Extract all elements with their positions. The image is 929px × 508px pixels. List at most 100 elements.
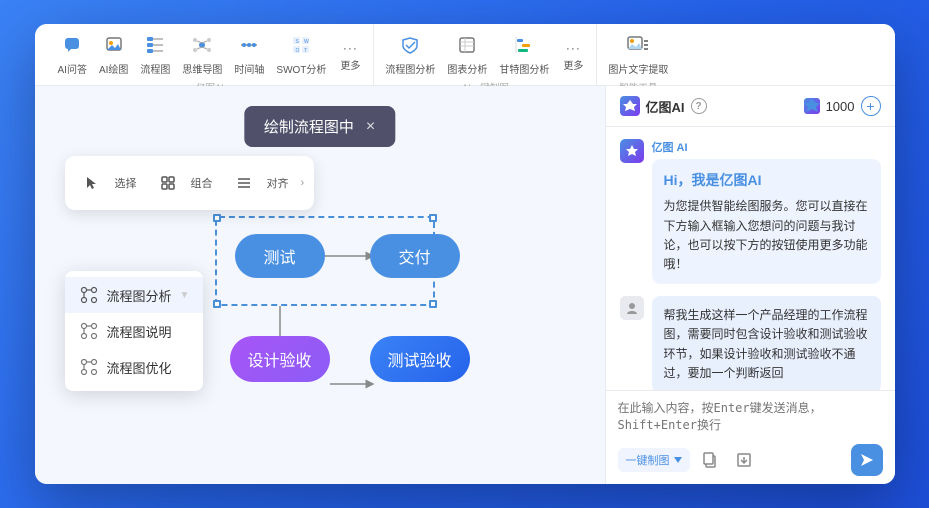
node-sheji[interactable]: 设计验收 [230, 336, 330, 382]
swot-icon: SWOT [292, 36, 310, 59]
ai-draw-icon [105, 36, 123, 59]
toolbar-item-timeline-label: 时间轴 [234, 61, 264, 76]
toolbar-section-img-text: 图片文字提取 智能工具 [597, 24, 679, 85]
toolbar-item-flow-analysis-label: 流程图分析 [385, 61, 435, 76]
selection-handle-tr[interactable] [429, 214, 437, 222]
drawing-notification-text: 绘制流程图中 [264, 116, 354, 137]
toolbar-item-img-text-label: 图片文字提取 [608, 61, 668, 76]
ai-panel-header: 亿图AI ? 1000 + [606, 86, 895, 127]
align-tool-btn[interactable] [227, 166, 261, 200]
toolbar-item-flowchart-label: 流程图 [140, 61, 170, 76]
toolbar-item-timeline[interactable]: 时间轴 [229, 32, 269, 80]
dropdown-item-flow-analysis[interactable]: 流程图分析 ▼ [65, 277, 204, 313]
add-credits-button[interactable]: + [861, 96, 881, 116]
toolbar-item-more2[interactable]: ··· 更多 [556, 37, 590, 76]
node-yanshouzice-label: 测试验收 [387, 347, 451, 371]
dropdown-item-flow-optimize[interactable]: 流程图优化 [65, 349, 204, 385]
input-area: 一键制图 [606, 390, 895, 484]
chat-area[interactable]: 亿图 AI Hi，我是亿图AI 为您提供智能绘图服务。您可以直接在下方输入框输入… [606, 127, 895, 390]
credit-count: 1000 [826, 99, 855, 114]
toolbar: AI问答 AI绘图 流程图 [35, 24, 895, 86]
select-tool-btn[interactable] [75, 166, 109, 200]
toolbar-section-ai-yijian: 流程图分析 图表分析 甘特图分析 ··· 更多 [374, 24, 597, 85]
toolbar-item-flow-analysis[interactable]: 流程图分析 [380, 32, 440, 80]
main-area: 绘制流程图中 × 选择 组合 对齐 [35, 86, 895, 484]
node-yanshouzice[interactable]: 测试验收 [370, 336, 470, 382]
svg-text:T: T [304, 48, 307, 54]
combine-tool-btn[interactable] [151, 166, 185, 200]
input-select-btn[interactable]: 一键制图 [618, 448, 690, 472]
more1-icon: ··· [343, 41, 358, 55]
node-sheji-label: 设计验收 [247, 347, 311, 371]
ai-panel: 亿图AI ? 1000 + [605, 86, 895, 484]
canvas-nodes: 测试 交付 设计验收 测试验收 [195, 216, 555, 436]
user-message-text: 帮我生成这样一个产品经理的工作流程图，需要同时包含设计验收和测试验收环节，如果设… [664, 308, 868, 380]
toolbar-section-yitu-ai: AI问答 AI绘图 流程图 [47, 24, 375, 85]
toolbar-item-ai-draw[interactable]: AI绘图 [94, 32, 133, 80]
selection-handle-tl[interactable] [213, 214, 221, 222]
user-avatar [620, 296, 644, 320]
message-row-user: 帮我生成这样一个产品经理的工作流程图，需要同时包含设计验收和测试验收环节，如果设… [620, 296, 881, 390]
dropdown-item-flow-explain[interactable]: 流程图说明 [65, 313, 204, 349]
ai-panel-help-icon[interactable]: ? [691, 98, 707, 114]
credit-icon [804, 98, 820, 114]
input-icon-btn-copy[interactable] [696, 446, 724, 474]
toolbar-item-chart-table[interactable]: 图表分析 [442, 32, 492, 80]
chart-table-icon [458, 36, 476, 59]
dropdown-item-flow-analysis-icon [79, 285, 99, 305]
ai-logo [620, 96, 640, 116]
node-jiafu[interactable]: 交付 [370, 234, 460, 278]
credit-area: 1000 + [804, 96, 881, 116]
toolbar-section-ai-yijian-items: 流程图分析 图表分析 甘特图分析 ··· 更多 [380, 24, 590, 80]
toolbar-section-items: AI问答 AI绘图 流程图 [53, 24, 368, 80]
help-icon-label: ? [695, 101, 701, 112]
app-window: AI问答 AI绘图 流程图 [35, 24, 895, 484]
toolbar-item-ai-qa[interactable]: AI问答 [53, 32, 92, 80]
mini-toolbar-buttons-row: 选择 组合 对齐 › [75, 166, 305, 200]
gantt-icon [515, 36, 533, 59]
toolbar-section-img-text-items: 图片文字提取 [603, 24, 673, 80]
dropdown-menu: 流程图分析 ▼ 流程图说明 流程图优化 [65, 271, 204, 391]
msg-content-user: 帮我生成这样一个产品经理的工作流程图，需要同时包含设计验收和测试验收环节，如果设… [652, 296, 881, 390]
flowchart-icon [146, 36, 164, 59]
selection-handle-br[interactable] [429, 300, 437, 308]
toolbar-item-swot[interactable]: SWOT SWOT分析 [271, 32, 331, 80]
ai-panel-title: 亿图AI ? [620, 96, 707, 116]
msg-sender-greeting: 亿图 AI [652, 139, 881, 155]
toolbar-item-chart-table-label: 图表分析 [447, 61, 487, 76]
dropdown-item-flow-analysis-label: 流程图分析 [107, 286, 172, 305]
toolbar-item-flowchart[interactable]: 流程图 [135, 32, 175, 80]
toolbar-item-ai-qa-label: AI问答 [58, 61, 87, 76]
input-toolbar: 一键制图 [618, 444, 883, 476]
dropdown-arrow: ▼ [180, 290, 190, 301]
combine-label: 组合 [191, 175, 213, 191]
drawing-notification-close[interactable]: × [366, 118, 375, 136]
toolbar-item-mindmap[interactable]: 思维导图 [177, 32, 227, 80]
send-button[interactable] [851, 444, 883, 476]
timeline-icon [240, 36, 258, 59]
message-row-greeting: 亿图 AI Hi，我是亿图AI 为您提供智能绘图服务。您可以直接在下方输入框输入… [620, 139, 881, 284]
input-icon-btn-export[interactable] [730, 446, 758, 474]
align-label: 对齐 [267, 175, 289, 191]
node-jiafu-label: 交付 [398, 244, 430, 268]
export-icon [736, 452, 752, 468]
dropdown-item-flow-optimize-label: 流程图优化 [107, 358, 172, 377]
selection-handle-bl[interactable] [213, 300, 221, 308]
greeting-title: Hi，我是亿图AI [664, 169, 869, 191]
toolbar-item-mindmap-label: 思维导图 [182, 61, 222, 76]
toolbar-item-more1-label: 更多 [340, 57, 360, 72]
input-select-label: 一键制图 [626, 452, 670, 468]
toolbar-item-more1[interactable]: ··· 更多 [333, 37, 367, 76]
canvas-area[interactable]: 绘制流程图中 × 选择 组合 对齐 [35, 86, 605, 484]
chat-input[interactable] [618, 399, 883, 435]
toolbar-item-img-text[interactable]: 图片文字提取 [603, 32, 673, 80]
copy-icon [702, 452, 718, 468]
mindmap-icon [193, 36, 211, 59]
toolbar-item-gantt[interactable]: 甘特图分析 [494, 32, 554, 80]
node-ceshi[interactable]: 测试 [235, 234, 325, 278]
msg-bubble-greeting: Hi，我是亿图AI 为您提供智能绘图服务。您可以直接在下方输入框输入您想问的问题… [652, 159, 881, 284]
toolbar-item-gantt-label: 甘特图分析 [499, 61, 549, 76]
mini-toolbar-more[interactable]: › [301, 177, 305, 189]
node-ceshi-label: 测试 [263, 244, 295, 268]
svg-text:O: O [296, 48, 300, 54]
